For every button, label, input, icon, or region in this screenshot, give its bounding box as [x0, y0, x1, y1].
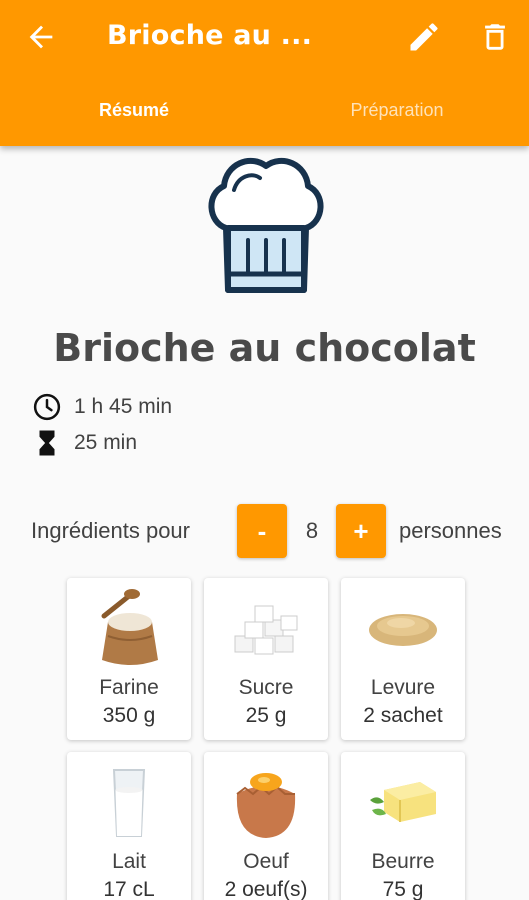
butter-icon — [370, 782, 436, 822]
ingredient-name: Sucre — [238, 676, 294, 699]
hourglass-icon — [39, 430, 55, 456]
ingredient-quantity: 75 g — [382, 878, 424, 900]
egg-icon — [236, 773, 296, 838]
prep-time-value: 25 min — [74, 431, 138, 454]
sugar-cubes-icon — [234, 605, 298, 655]
ingredient-quantity: 25 g — [245, 704, 287, 727]
ingredient-card[interactable]: Beurre 75 g — [341, 752, 465, 900]
delete-trash-icon[interactable] — [478, 19, 512, 55]
ingredient-quantity: 17 cL — [103, 878, 155, 900]
total-time-row: 1 h 45 min — [32, 392, 172, 422]
ingredient-card[interactable]: Lait 17 cL — [67, 752, 191, 900]
edit-pencil-icon[interactable] — [406, 19, 442, 55]
ingredient-name: Beurre — [371, 850, 435, 873]
clock-icon — [33, 393, 61, 421]
ingredient-name: Farine — [99, 676, 159, 699]
ingredient-name: Levure — [370, 676, 436, 699]
ingredient-card[interactable]: Levure 2 sachet — [341, 578, 465, 740]
servings-prefix: Ingrédients pour — [31, 518, 190, 543]
ingredient-card[interactable]: Oeuf 2 oeuf(s) — [204, 752, 328, 900]
app-bar-title: Brioche au ... — [107, 20, 313, 51]
increase-servings-button[interactable]: + — [336, 504, 386, 558]
ingredient-card[interactable]: Sucre 25 g — [204, 578, 328, 740]
ingredient-quantity: 2 oeuf(s) — [224, 878, 308, 900]
prep-time-row: 25 min — [32, 428, 137, 458]
ingredient-quantity: 350 g — [102, 704, 156, 727]
decrease-servings-button[interactable]: - — [237, 504, 287, 558]
servings-selector: Ingrédients pour - 8 + personnes — [0, 504, 529, 558]
tab-preparation[interactable]: Préparation — [322, 100, 472, 126]
servings-suffix: personnes — [399, 518, 502, 543]
recipe-title: Brioche au chocolat — [53, 326, 476, 370]
servings-count: 8 — [305, 518, 319, 543]
flour-sack-icon — [101, 589, 158, 665]
total-time-value: 1 h 45 min — [74, 395, 173, 418]
milk-glass-icon — [112, 769, 146, 837]
ingredient-name: Oeuf — [243, 850, 289, 873]
yeast-pile-icon — [369, 614, 437, 646]
ingredient-name: Lait — [112, 850, 146, 873]
back-arrow-icon[interactable] — [24, 20, 58, 54]
ingredient-card[interactable]: Farine 350 g — [67, 578, 191, 740]
ingredient-quantity: 2 sachet — [363, 704, 443, 727]
tab-summary[interactable]: Résumé — [60, 100, 208, 126]
app-bar: Brioche au ... Résumé Préparation — [0, 0, 529, 146]
chef-hat-icon — [208, 157, 324, 293]
